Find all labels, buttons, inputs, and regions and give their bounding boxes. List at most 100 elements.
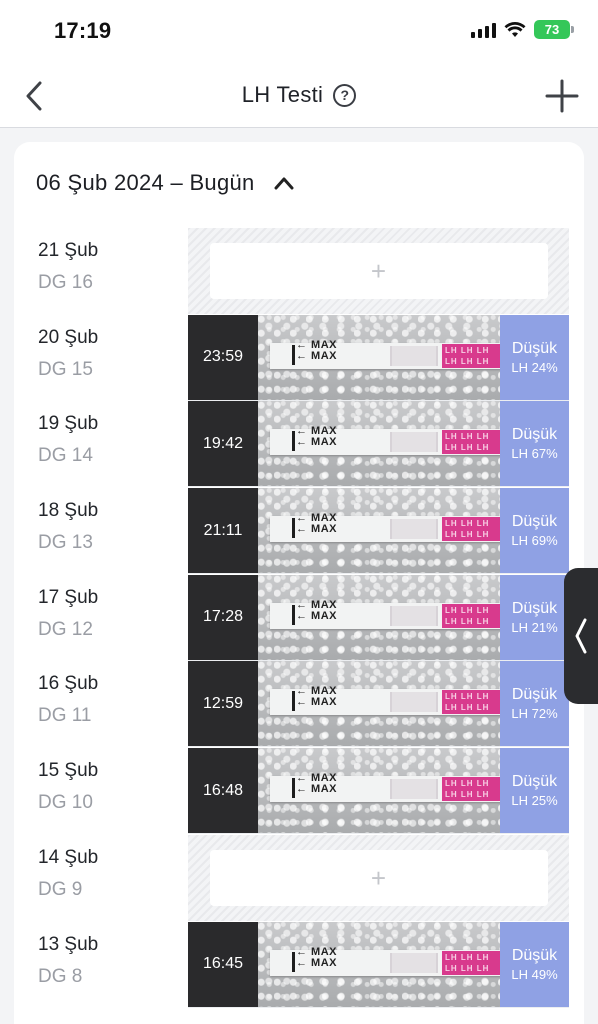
strip-result-window <box>390 605 438 626</box>
result-label: Düşük <box>511 513 558 531</box>
entry-media: 19:42 ← MAX ← MAX LH LH LH LH LH LH Düşü… <box>188 401 569 488</box>
strip-marker <box>292 431 295 452</box>
test-time: 17:28 <box>202 608 244 626</box>
result-percent: LH 69% <box>511 533 558 549</box>
strip-result-window <box>390 779 438 800</box>
test-entry-row: 18 Şub DG 13 21:11 ← MAX ← MAX LH LH LH L… <box>14 488 584 575</box>
entry-date: 21 Şub <box>38 240 99 261</box>
test-strip-photo[interactable]: 23:59 ← MAX ← MAX LH LH LH LH LH LH Düşü… <box>188 314 569 401</box>
cycle-day: DG 12 <box>38 618 93 640</box>
strip-brand-label: LH LH LH LH LH LH <box>442 343 502 368</box>
test-time: 19:42 <box>202 434 244 452</box>
entry-media: + <box>188 834 569 921</box>
test-strip-photo[interactable]: 12:59 ← MAX ← MAX LH LH LH LH LH LH Düşü… <box>188 661 569 748</box>
strip-brand-label: LH LH LH LH LH LH <box>442 777 502 802</box>
entry-media: + <box>188 228 569 314</box>
lh-test-strip: ← MAX ← MAX LH LH LH LH LH LH <box>270 599 502 629</box>
result-percent: LH 25% <box>511 793 558 809</box>
result-badge: Düşük LH 67% <box>500 401 569 487</box>
entry-media: 17:28 ← MAX ← MAX LH LH LH LH LH LH Düşü… <box>188 574 569 661</box>
status-bar: 17:19 73 <box>0 0 598 64</box>
strip-brand-label: LH LH LH LH LH LH <box>442 603 502 628</box>
test-time: 23:59 <box>202 348 244 366</box>
test-entry-row: 15 Şub DG 10 16:48 ← MAX ← MAX LH LH LH L… <box>14 748 584 835</box>
cycle-day: DG 16 <box>38 272 93 293</box>
strip-max-label: ← MAX ← MAX <box>296 425 337 449</box>
result-percent: LH 67% <box>511 446 558 462</box>
test-entry-row: 14 Şub DG 9 + <box>14 834 584 922</box>
strip-max-label: ← MAX ← MAX <box>296 772 337 796</box>
empty-test-slot: + <box>188 834 569 921</box>
result-badge: Düşük LH 49% <box>500 921 569 1007</box>
test-strip-photo[interactable]: 19:42 ← MAX ← MAX LH LH LH LH LH LH Düşü… <box>188 401 569 488</box>
result-badge: Düşük LH 24% <box>500 314 569 400</box>
page-title: LH Testi <box>241 82 324 107</box>
card-header[interactable]: 06 Şub 2024 – Bugün <box>36 170 295 196</box>
add-photo-button[interactable]: + <box>209 849 548 906</box>
entry-media: 16:45 ← MAX ← MAX LH LH LH LH LH LH Düşü… <box>188 921 569 1008</box>
add-photo-button[interactable]: + <box>209 243 548 299</box>
test-entry-list: 21 Şub DG 16 + 20 Şub DG 15 23:59 ← MAX ← … <box>14 228 584 1008</box>
result-label: Düşük <box>511 426 558 444</box>
cycle-day: DG 13 <box>38 532 93 554</box>
test-entry-row: 21 Şub DG 16 + <box>14 228 584 315</box>
lh-test-screen: 17:19 73 LH Testi ? 06 Şub 2024 – Bugün … <box>0 0 598 1024</box>
strip-max-label: ← MAX ← MAX <box>296 945 337 969</box>
result-percent: LH 49% <box>511 966 558 982</box>
side-panel-handle[interactable] <box>564 568 598 704</box>
nav-title-group: LH Testi ? <box>0 82 598 108</box>
test-entry-row: 20 Şub DG 15 23:59 ← MAX ← MAX LH LH LH L… <box>14 314 584 402</box>
test-time: 16:48 <box>202 781 244 799</box>
strip-result-window <box>390 692 438 713</box>
cycle-day: DG 11 <box>38 705 92 727</box>
strip-marker <box>292 691 295 712</box>
entry-media: 23:59 ← MAX ← MAX LH LH LH LH LH LH Düşü… <box>188 314 569 401</box>
test-time: 21:11 <box>203 521 243 539</box>
entry-date: 15 Şub <box>38 760 99 782</box>
lh-test-strip: ← MAX ← MAX LH LH LH LH LH LH <box>270 772 502 803</box>
entry-media: 21:11 ← MAX ← MAX LH LH LH LH LH LH Düşü… <box>188 488 569 575</box>
test-strip-photo[interactable]: 21:11 ← MAX ← MAX LH LH LH LH LH LH Düşü… <box>188 488 569 575</box>
test-strip-photo[interactable]: 16:45 ← MAX ← MAX LH LH LH LH LH LH Düşü… <box>188 921 569 1008</box>
strip-result-window <box>390 432 438 453</box>
entry-media: 12:59 ← MAX ← MAX LH LH LH LH LH LH Düşü… <box>188 661 569 748</box>
date-range-card: 06 Şub 2024 – Bugün 21 Şub DG 16 + 20 Şub… <box>14 142 584 1024</box>
navigation-bar: LH Testi ? <box>0 64 598 128</box>
strip-marker <box>292 604 295 625</box>
entry-date: 18 Şub <box>38 500 99 522</box>
strip-brand-label: LH LH LH LH LH LH <box>442 517 502 542</box>
result-label: Düşük <box>511 686 558 704</box>
status-time: 17:19 <box>54 18 112 43</box>
strip-max-label: ← MAX ← MAX <box>296 512 337 536</box>
strip-brand-label: LH LH LH LH LH LH <box>442 950 502 975</box>
entry-date: 14 Şub <box>38 846 99 868</box>
question-circle-icon[interactable]: ? <box>333 83 357 107</box>
test-strip-photo[interactable]: 16:48 ← MAX ← MAX LH LH LH LH LH LH Düşü… <box>188 748 569 835</box>
test-entry-row: 13 Şub DG 8 16:45 ← MAX ← MAX LH LH LH LH… <box>14 921 584 1009</box>
result-badge: Düşük LH 25% <box>500 748 569 834</box>
test-strip-photo[interactable]: 17:28 ← MAX ← MAX LH LH LH LH LH LH Düşü… <box>188 574 569 661</box>
entry-date: 13 Şub <box>38 933 99 955</box>
lh-test-strip: ← MAX ← MAX LH LH LH LH LH LH <box>270 945 502 976</box>
empty-test-slot: + <box>188 228 569 314</box>
result-badge: Düşük LH 69% <box>500 488 569 574</box>
result-label: Düşük <box>511 946 558 964</box>
entry-date: 16 Şub <box>38 673 99 695</box>
strip-marker <box>292 518 295 539</box>
test-time: 12:59 <box>202 694 244 712</box>
entry-date: 19 Şub <box>38 413 99 435</box>
cycle-day: DG 15 <box>38 358 93 380</box>
test-entry-row: 16 Şub DG 11 12:59 ← MAX ← MAX LH LH LH L… <box>14 661 584 748</box>
test-time: 16:45 <box>202 955 244 972</box>
plus-icon: + <box>370 862 387 893</box>
add-test-button[interactable] <box>542 76 582 116</box>
result-label: Düşük <box>511 773 558 791</box>
result-percent: LH 72% <box>511 706 558 722</box>
strip-max-label: ← MAX ← MAX <box>296 338 337 362</box>
strip-brand-label: LH LH LH LH LH LH <box>442 690 502 715</box>
status-icons: 73 <box>471 20 574 39</box>
result-label: Düşük <box>511 599 558 617</box>
lh-test-strip: ← MAX ← MAX LH LH LH LH LH LH <box>270 512 502 543</box>
lh-test-strip: ← MAX ← MAX LH LH LH LH LH LH <box>270 338 502 369</box>
chevron-up-icon[interactable] <box>273 172 295 194</box>
